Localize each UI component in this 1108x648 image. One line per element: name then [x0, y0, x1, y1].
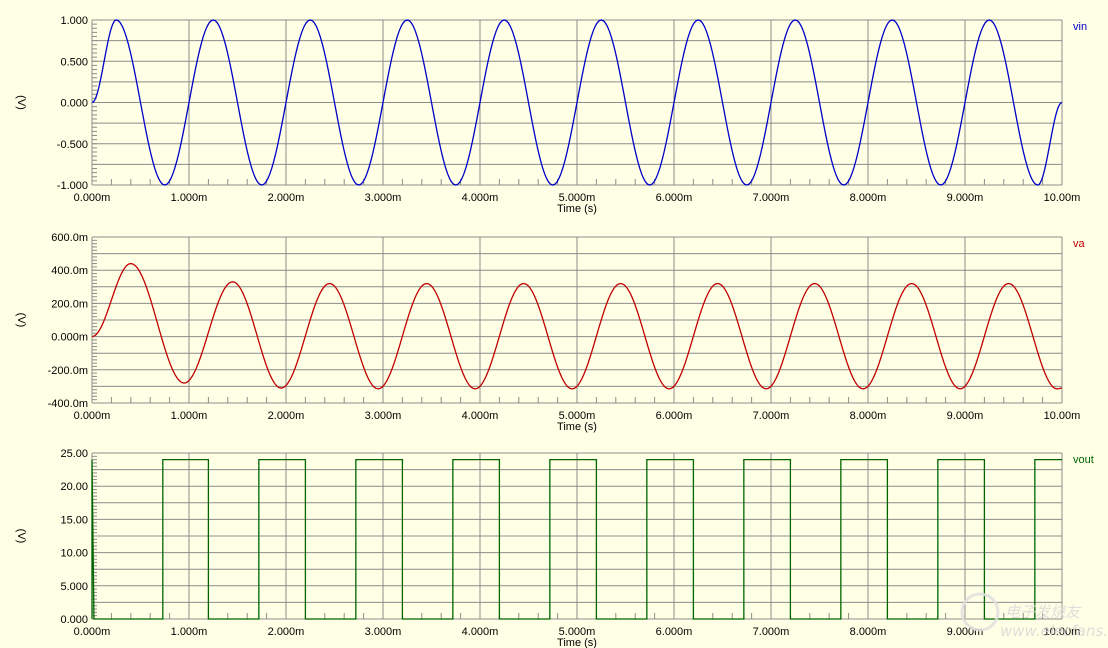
y-axis-label: (V)	[15, 313, 27, 328]
x-tick-label: 3.000m	[365, 410, 402, 422]
x-tick-label: 4.000m	[462, 626, 499, 638]
y-tick-label: 400.0m	[51, 265, 88, 277]
y-tick-label: 10.00	[60, 548, 88, 560]
y-tick-label: 0.000m	[51, 332, 88, 344]
x-tick-label: 7.000m	[753, 410, 790, 422]
x-tick-label: 9.000m	[947, 410, 984, 422]
x-tick-label: 0.000m	[74, 192, 111, 204]
watermark-logo	[960, 592, 1000, 632]
x-tick-label: 6.000m	[656, 192, 693, 204]
legend-vout: vout	[1073, 454, 1094, 466]
x-tick-label: 2.000m	[268, 626, 305, 638]
x-tick-label: 8.000m	[850, 626, 887, 638]
y-axis-label: (V)	[15, 95, 27, 110]
x-tick-label: 10.00m	[1044, 410, 1081, 422]
x-axis-label: Time (s)	[557, 421, 597, 433]
x-tick-label: 9.000m	[947, 626, 984, 638]
y-tick-label: -1.000	[57, 180, 88, 192]
y-tick-label: -0.500	[57, 139, 88, 151]
watermark-title: 电子发烧友	[1005, 603, 1082, 621]
x-tick-label: 0.000m	[74, 410, 111, 422]
x-tick-label: 1.000m	[171, 410, 208, 422]
x-tick-label: 7.000m	[753, 626, 790, 638]
x-tick-label: 9.000m	[947, 192, 984, 204]
x-tick-label: 1.000m	[171, 626, 208, 638]
x-tick-label: 6.000m	[656, 410, 693, 422]
y-tick-label: -400.0m	[48, 398, 88, 410]
y-tick-label: -200.0m	[48, 365, 88, 377]
plot-vin: 1.000 0.500 0.000 -0.500 -1.0000.000m 1.000m 2…	[15, 15, 1087, 215]
watermark-url: www.elecfans.com	[1000, 622, 1108, 640]
y-tick-label: 1.000	[60, 15, 88, 27]
x-tick-label: 8.000m	[850, 192, 887, 204]
y-axis-label: (V)	[15, 529, 27, 544]
x-tick-label: 1.000m	[171, 192, 208, 204]
y-tick-label: 5.000	[60, 581, 88, 593]
x-tick-label: 7.000m	[753, 192, 790, 204]
y-tick-label: 0.000	[60, 98, 88, 110]
x-tick-label: 3.000m	[365, 626, 402, 638]
x-tick-label: 10.00m	[1044, 192, 1081, 204]
x-tick-label: 8.000m	[850, 410, 887, 422]
plot-vout: 25.00 20.00 15.00 10.00 5.000 0.0000.000m 1.00…	[15, 448, 1094, 648]
y-tick-label: 20.00	[60, 481, 88, 493]
plot-va: 600.0m400.0m200.0m0.000m-200.0m-400.0m0.…	[15, 232, 1086, 433]
x-tick-label: 4.000m	[462, 192, 499, 204]
x-tick-label: 2.000m	[268, 192, 305, 204]
chart-canvas: 1.0000.5000.000-0.500-1.0000.000m 1.000m 2…	[15, 15, 1108, 648]
legend-vin: vin	[1073, 21, 1087, 33]
x-tick-label: 2.000m	[268, 410, 305, 422]
x-tick-label: 3.000m	[365, 192, 402, 204]
x-tick-label: 0.000m	[74, 626, 111, 638]
y-tick-label: 0.500	[60, 56, 88, 68]
legend-va: va	[1073, 238, 1086, 250]
y-tick-label: 200.0m	[51, 298, 88, 310]
x-tick-label: 6.000m	[656, 626, 693, 638]
x-tick-label: 4.000m	[462, 410, 499, 422]
y-tick-label: 25.00	[60, 448, 88, 460]
x-axis-label: Time (s)	[557, 637, 597, 648]
x-axis-label: Time (s)	[557, 203, 597, 215]
y-tick-label: 0.000	[60, 614, 88, 626]
y-tick-label: 600.0m	[51, 232, 88, 244]
y-tick-label: 15.00	[60, 514, 88, 526]
